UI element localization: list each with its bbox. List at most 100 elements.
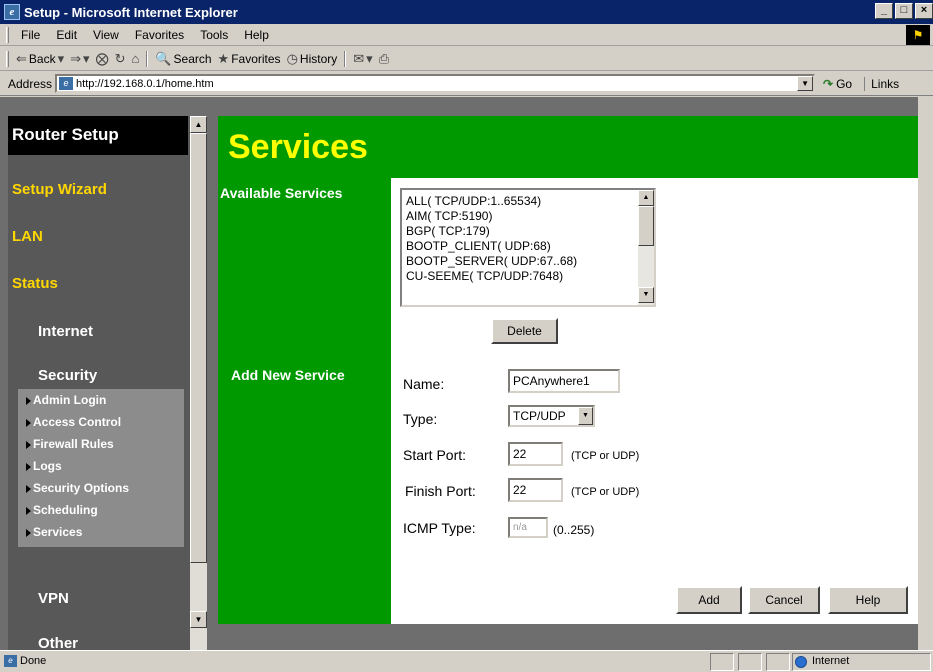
forward-arrow-icon: ⇒	[70, 50, 82, 66]
page-title: Services	[228, 128, 368, 166]
nav-security-options-label: Security Options	[33, 481, 130, 495]
history-icon: ◷	[286, 50, 298, 66]
nav-access-control-label: Access Control	[33, 415, 122, 429]
nav-scroll-thumb[interactable]	[190, 133, 207, 563]
menu-help[interactable]: Help	[236, 28, 277, 42]
ie-icon: e	[4, 4, 20, 20]
nav-status[interactable]: Status	[12, 275, 58, 292]
menu-favorites[interactable]: Favorites	[127, 28, 192, 42]
status-panel	[766, 653, 790, 671]
status-text: Done	[20, 655, 47, 667]
nav-lan[interactable]: LAN	[12, 228, 43, 245]
scroll-up-icon[interactable]: ▲	[638, 190, 654, 206]
list-item[interactable]: BOOTP_CLIENT( UDP:68)	[406, 239, 551, 253]
scroll-down-icon[interactable]: ▼	[638, 287, 654, 303]
main-frame: Services Available Services ALL( TCP/UDP…	[218, 116, 918, 624]
toolbar: ⇐ Back ▾ ⇒ ▾ ⨂ ↻ ⌂ 🔍 Search ★ Favorites …	[0, 47, 933, 71]
scroll-up-icon[interactable]: ▲	[190, 116, 207, 133]
nav-scheduling-label: Scheduling	[33, 503, 98, 517]
go-label: Go	[836, 76, 853, 91]
arrow-right-icon	[26, 440, 31, 449]
services-list[interactable]: ALL( TCP/UDP:1..65534) AIM( TCP:5190) BG…	[400, 188, 656, 307]
list-item[interactable]: CU-SEEME( TCP/UDP:7648)	[406, 269, 563, 283]
chevron-down-icon[interactable]: ▼	[578, 407, 593, 425]
list-scrollbar[interactable]: ▲ ▼	[638, 190, 654, 305]
back-arrow-icon: ⇐	[16, 50, 27, 66]
favorites-button[interactable]: ★ Favorites	[215, 51, 284, 67]
minimize-button[interactable]: _	[875, 3, 893, 19]
help-button[interactable]: Help	[828, 586, 908, 614]
history-button[interactable]: ◷ History	[284, 51, 341, 67]
back-label: Back	[28, 51, 56, 66]
forward-button[interactable]: ⇒ ▾	[67, 51, 92, 67]
list-item[interactable]: BGP( TCP:179)	[406, 224, 490, 238]
forward-dropdown-icon[interactable]: ▾	[83, 51, 90, 67]
stop-button[interactable]: ⨂	[93, 51, 112, 67]
links-button[interactable]: Links	[864, 76, 899, 91]
nav-scrollbar[interactable]: ▲ ▼	[190, 116, 207, 650]
nav-firewall-rules[interactable]: Firewall Rules	[26, 437, 114, 451]
nav-access-control[interactable]: Access Control	[26, 415, 121, 429]
arrow-right-icon	[26, 528, 31, 537]
nav-security-options[interactable]: Security Options	[26, 481, 129, 495]
search-button[interactable]: 🔍 Search	[152, 51, 214, 67]
home-button[interactable]: ⌂	[128, 51, 142, 66]
toolbar-separator	[344, 50, 347, 67]
stop-icon: ⨂	[95, 50, 109, 66]
print-button[interactable]: ⎙	[376, 51, 392, 67]
nav-logs-label: Logs	[33, 459, 62, 473]
favorites-label: Favorites	[231, 51, 281, 66]
delete-button[interactable]: Delete	[491, 318, 558, 344]
close-button[interactable]: ×	[915, 3, 933, 19]
finish-port-input[interactable]	[508, 478, 563, 502]
arrow-right-icon	[26, 396, 31, 405]
nav-vpn[interactable]: VPN	[38, 590, 69, 607]
list-item[interactable]: ALL( TCP/UDP:1..65534)	[406, 194, 541, 208]
menu-edit[interactable]: Edit	[48, 28, 85, 42]
scroll-down-icon[interactable]: ▼	[190, 611, 207, 628]
address-input[interactable]: e http://192.168.0.1/home.htm ▼	[55, 74, 816, 93]
security-submenu: Admin Login Access Control Firewall Rule…	[18, 389, 184, 547]
nav-services[interactable]: Services	[26, 525, 82, 539]
home-icon: ⌂	[131, 51, 140, 66]
menu-view[interactable]: View	[85, 28, 127, 42]
nav-other[interactable]: Other	[38, 635, 78, 650]
list-item[interactable]: AIM( TCP:5190)	[406, 209, 492, 223]
nav-admin-login[interactable]: Admin Login	[26, 393, 106, 407]
nav-services-label: Services	[33, 525, 83, 539]
address-label: Address	[8, 76, 53, 91]
back-button[interactable]: ⇐ Back ▾	[13, 51, 67, 67]
window-controls: _ □ ×	[875, 3, 933, 19]
print-icon: ⎙	[378, 50, 390, 66]
type-select[interactable]: TCP/UDP ▼	[508, 405, 595, 427]
menu-tools[interactable]: Tools	[192, 28, 236, 42]
mail-dropdown-icon[interactable]: ▾	[366, 51, 373, 67]
nav-firewall-rules-label: Firewall Rules	[33, 437, 114, 451]
nav-internet[interactable]: Internet	[38, 323, 93, 340]
add-button[interactable]: Add	[676, 586, 742, 614]
list-item[interactable]: BOOTP_SERVER( UDP:67..68)	[406, 254, 577, 268]
status-panel	[710, 653, 734, 671]
nav-security[interactable]: Security	[38, 367, 97, 384]
address-dropdown-icon[interactable]: ▼	[797, 76, 814, 91]
refresh-button[interactable]: ↻	[112, 51, 129, 67]
page-scrollbar[interactable]	[918, 97, 933, 650]
arrow-right-icon	[26, 418, 31, 427]
cancel-button[interactable]: Cancel	[748, 586, 820, 614]
nav-logs[interactable]: Logs	[26, 459, 62, 473]
finish-port-label: Finish Port:	[405, 483, 476, 499]
nav-title: Router Setup	[8, 116, 188, 155]
mail-button[interactable]: ✉ ▾	[350, 51, 375, 67]
menu-file[interactable]: File	[13, 28, 48, 42]
nav-scheduling[interactable]: Scheduling	[26, 503, 98, 517]
start-port-input[interactable]	[508, 442, 563, 466]
nav-setup-wizard[interactable]: Setup Wizard	[12, 181, 107, 198]
name-input[interactable]	[508, 369, 620, 393]
go-button[interactable]: ↷ Go	[823, 77, 852, 91]
maximize-button[interactable]: □	[895, 3, 913, 19]
list-scroll-thumb[interactable]	[638, 206, 654, 246]
menu-grip	[6, 26, 9, 43]
address-bar: Address e http://192.168.0.1/home.htm ▼ …	[0, 72, 933, 96]
address-url: http://192.168.0.1/home.htm	[76, 77, 214, 90]
back-dropdown-icon[interactable]: ▾	[58, 51, 65, 67]
